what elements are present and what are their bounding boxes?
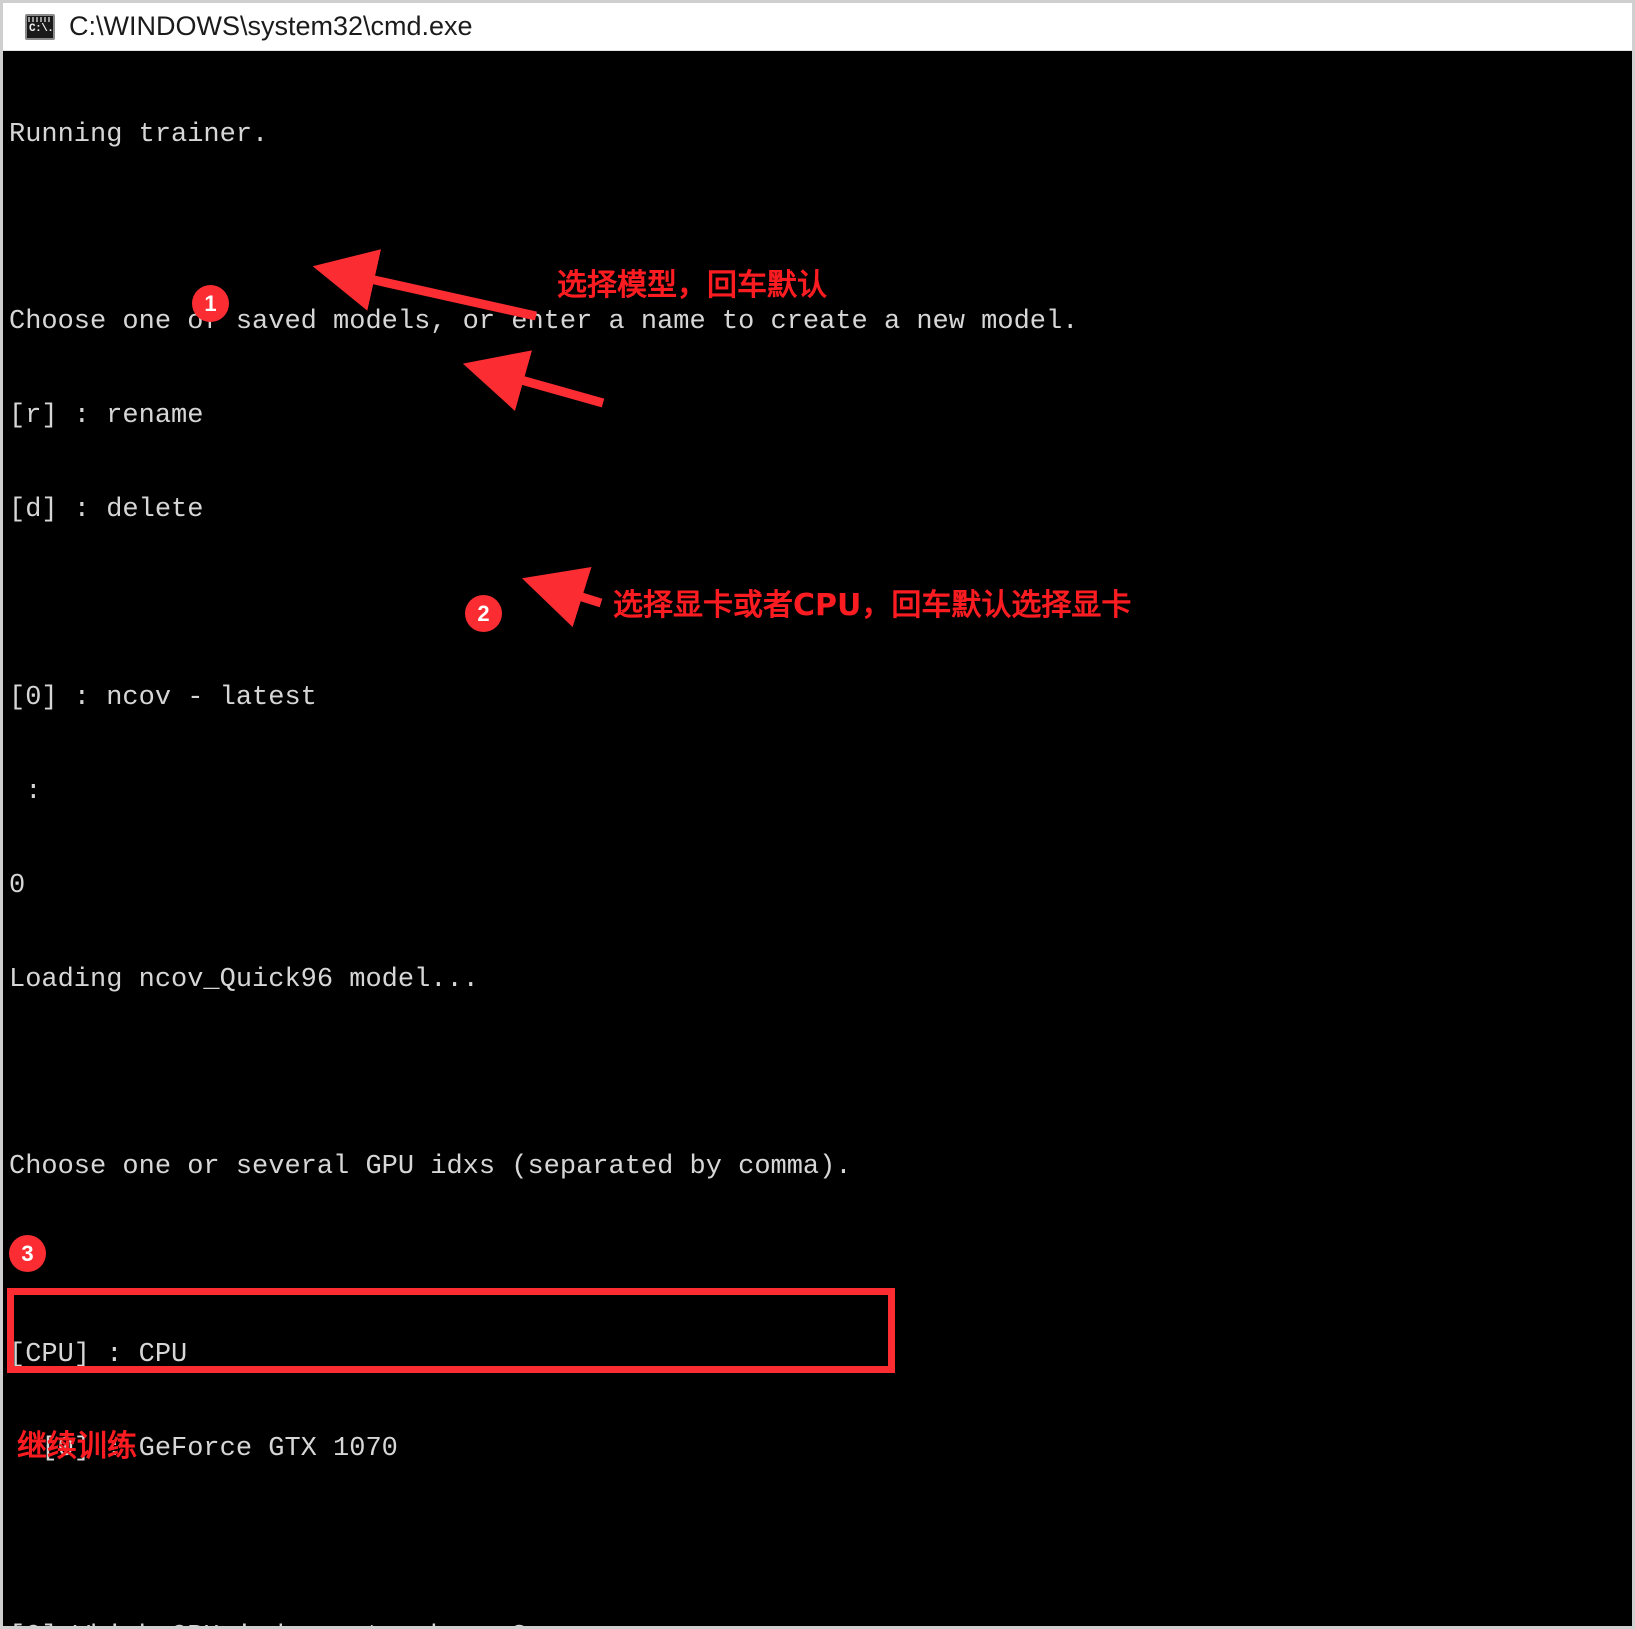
terminal-output: Running trainer. Choose one of saved mod…	[9, 57, 1632, 1626]
terminal-line: :	[9, 776, 42, 807]
terminal-line: [d] : delete	[9, 495, 204, 526]
console-surface[interactable]: Running trainer. Choose one of saved mod…	[3, 51, 1632, 1626]
terminal-line: Running trainer.	[9, 119, 269, 150]
terminal-line: [CPU] : CPU	[9, 1340, 188, 1371]
terminal-line: [0] : GeForce GTX 1070	[9, 1434, 398, 1465]
terminal-line: 0	[9, 870, 26, 901]
terminal-line: [0] Which GPU indexes to choose? :	[9, 1622, 1632, 1626]
terminal-line: [r] : rename	[9, 401, 204, 432]
terminal-line: Loading ncov_Quick96 model...	[9, 964, 479, 995]
terminal-line: Choose one of saved models, or enter a n…	[9, 307, 1079, 338]
cmd-icon	[25, 13, 55, 40]
cmd-window: C:\WINDOWS\system32\cmd.exe Running trai…	[0, 0, 1635, 1629]
terminal-line: [0] : ncov - latest	[9, 682, 317, 713]
window-title: C:\WINDOWS\system32\cmd.exe	[69, 11, 473, 41]
window-titlebar: C:\WINDOWS\system32\cmd.exe	[3, 3, 1632, 51]
terminal-line: Choose one or several GPU idxs (separate…	[9, 1152, 852, 1183]
